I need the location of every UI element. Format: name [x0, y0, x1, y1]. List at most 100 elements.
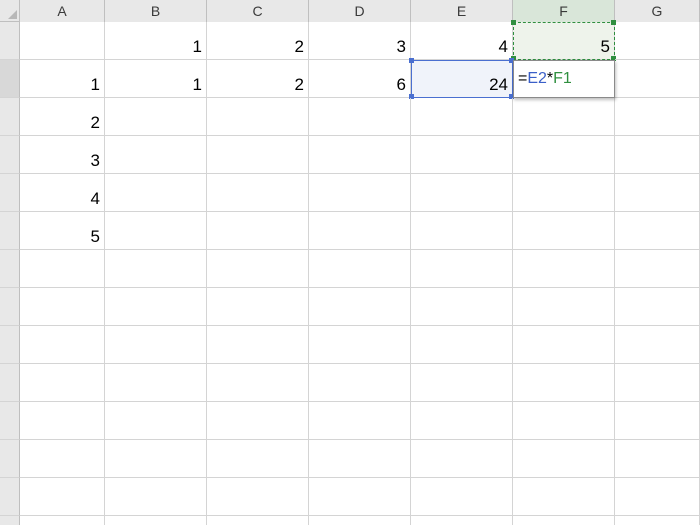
- cell-D14[interactable]: [309, 516, 411, 525]
- cell-D11[interactable]: [309, 402, 411, 440]
- formula-input[interactable]: =E2*F1: [518, 71, 572, 87]
- cell-A8[interactable]: [20, 288, 105, 326]
- cell-A3[interactable]: 2: [20, 98, 105, 136]
- cell-G5[interactable]: [615, 174, 700, 212]
- cell-A6[interactable]: 5: [20, 212, 105, 250]
- cell-A10[interactable]: [20, 364, 105, 402]
- cell-B9[interactable]: [105, 326, 207, 364]
- cell-E8[interactable]: [411, 288, 513, 326]
- col-header-A[interactable]: A: [20, 0, 105, 22]
- cell-D4[interactable]: [309, 136, 411, 174]
- row-header-13[interactable]: [0, 478, 20, 516]
- cell-G4[interactable]: [615, 136, 700, 174]
- cell-E13[interactable]: [411, 478, 513, 516]
- col-header-G[interactable]: G: [615, 0, 700, 22]
- cell-C4[interactable]: [207, 136, 309, 174]
- cell-F12[interactable]: [513, 440, 615, 478]
- cell-C11[interactable]: [207, 402, 309, 440]
- col-header-B[interactable]: B: [105, 0, 207, 22]
- cell-F9[interactable]: [513, 326, 615, 364]
- cell-B11[interactable]: [105, 402, 207, 440]
- cell-B14[interactable]: [105, 516, 207, 525]
- cell-C1[interactable]: 2: [207, 22, 309, 60]
- cell-A7[interactable]: [20, 250, 105, 288]
- cell-E3[interactable]: [411, 98, 513, 136]
- cell-F10[interactable]: [513, 364, 615, 402]
- cell-D6[interactable]: [309, 212, 411, 250]
- cell-E6[interactable]: [411, 212, 513, 250]
- cell-E12[interactable]: [411, 440, 513, 478]
- select-all-corner[interactable]: [0, 0, 20, 22]
- cell-G2[interactable]: [615, 60, 700, 98]
- cell-D12[interactable]: [309, 440, 411, 478]
- cell-G7[interactable]: [615, 250, 700, 288]
- cell-D3[interactable]: [309, 98, 411, 136]
- cell-E10[interactable]: [411, 364, 513, 402]
- col-header-C[interactable]: C: [207, 0, 309, 22]
- cell-G13[interactable]: [615, 478, 700, 516]
- cell-C10[interactable]: [207, 364, 309, 402]
- cell-C13[interactable]: [207, 478, 309, 516]
- row-header-6[interactable]: [0, 212, 20, 250]
- cell-A5[interactable]: 4: [20, 174, 105, 212]
- cell-F8[interactable]: [513, 288, 615, 326]
- cell-E9[interactable]: [411, 326, 513, 364]
- cell-C14[interactable]: [207, 516, 309, 525]
- cell-D10[interactable]: [309, 364, 411, 402]
- row-header-7[interactable]: [0, 250, 20, 288]
- cell-F3[interactable]: [513, 98, 615, 136]
- cell-F13[interactable]: [513, 478, 615, 516]
- cell-G3[interactable]: [615, 98, 700, 136]
- cell-A1[interactable]: [20, 22, 105, 60]
- row-header-12[interactable]: [0, 440, 20, 478]
- cell-A14[interactable]: [20, 516, 105, 525]
- cell-E7[interactable]: [411, 250, 513, 288]
- cell-F14[interactable]: [513, 516, 615, 525]
- cell-F5[interactable]: [513, 174, 615, 212]
- cell-A11[interactable]: [20, 402, 105, 440]
- cell-G12[interactable]: [615, 440, 700, 478]
- cell-E11[interactable]: [411, 402, 513, 440]
- cell-A9[interactable]: [20, 326, 105, 364]
- row-header-9[interactable]: [0, 326, 20, 364]
- cell-F1[interactable]: 5: [513, 22, 615, 60]
- cell-C2[interactable]: 2: [207, 60, 309, 98]
- cell-B2[interactable]: 1: [105, 60, 207, 98]
- row-header-4[interactable]: [0, 136, 20, 174]
- cell-E14[interactable]: [411, 516, 513, 525]
- cell-B4[interactable]: [105, 136, 207, 174]
- cell-B12[interactable]: [105, 440, 207, 478]
- cell-G9[interactable]: [615, 326, 700, 364]
- cell-F11[interactable]: [513, 402, 615, 440]
- row-header-3[interactable]: [0, 98, 20, 136]
- cell-C3[interactable]: [207, 98, 309, 136]
- cell-D5[interactable]: [309, 174, 411, 212]
- cell-G1[interactable]: [615, 22, 700, 60]
- cell-D2[interactable]: 6: [309, 60, 411, 98]
- row-header-8[interactable]: [0, 288, 20, 326]
- cell-E4[interactable]: [411, 136, 513, 174]
- cell-A4[interactable]: 3: [20, 136, 105, 174]
- cell-B1[interactable]: 1: [105, 22, 207, 60]
- cell-F6[interactable]: [513, 212, 615, 250]
- cell-B6[interactable]: [105, 212, 207, 250]
- row-header-14[interactable]: [0, 516, 20, 525]
- cell-A2[interactable]: 1: [20, 60, 105, 98]
- cell-E5[interactable]: [411, 174, 513, 212]
- cell-C12[interactable]: [207, 440, 309, 478]
- cell-F2-editing[interactable]: =E2*F1: [513, 60, 615, 98]
- row-header-10[interactable]: [0, 364, 20, 402]
- cell-E2[interactable]: 24: [411, 60, 513, 98]
- row-header-2[interactable]: [0, 60, 20, 98]
- cell-B5[interactable]: [105, 174, 207, 212]
- cell-B10[interactable]: [105, 364, 207, 402]
- cell-A12[interactable]: [20, 440, 105, 478]
- cell-C7[interactable]: [207, 250, 309, 288]
- col-header-F[interactable]: F: [513, 0, 615, 22]
- cell-D13[interactable]: [309, 478, 411, 516]
- cell-F7[interactable]: [513, 250, 615, 288]
- col-header-E[interactable]: E: [411, 0, 513, 22]
- cell-G8[interactable]: [615, 288, 700, 326]
- col-header-D[interactable]: D: [309, 0, 411, 22]
- cell-G6[interactable]: [615, 212, 700, 250]
